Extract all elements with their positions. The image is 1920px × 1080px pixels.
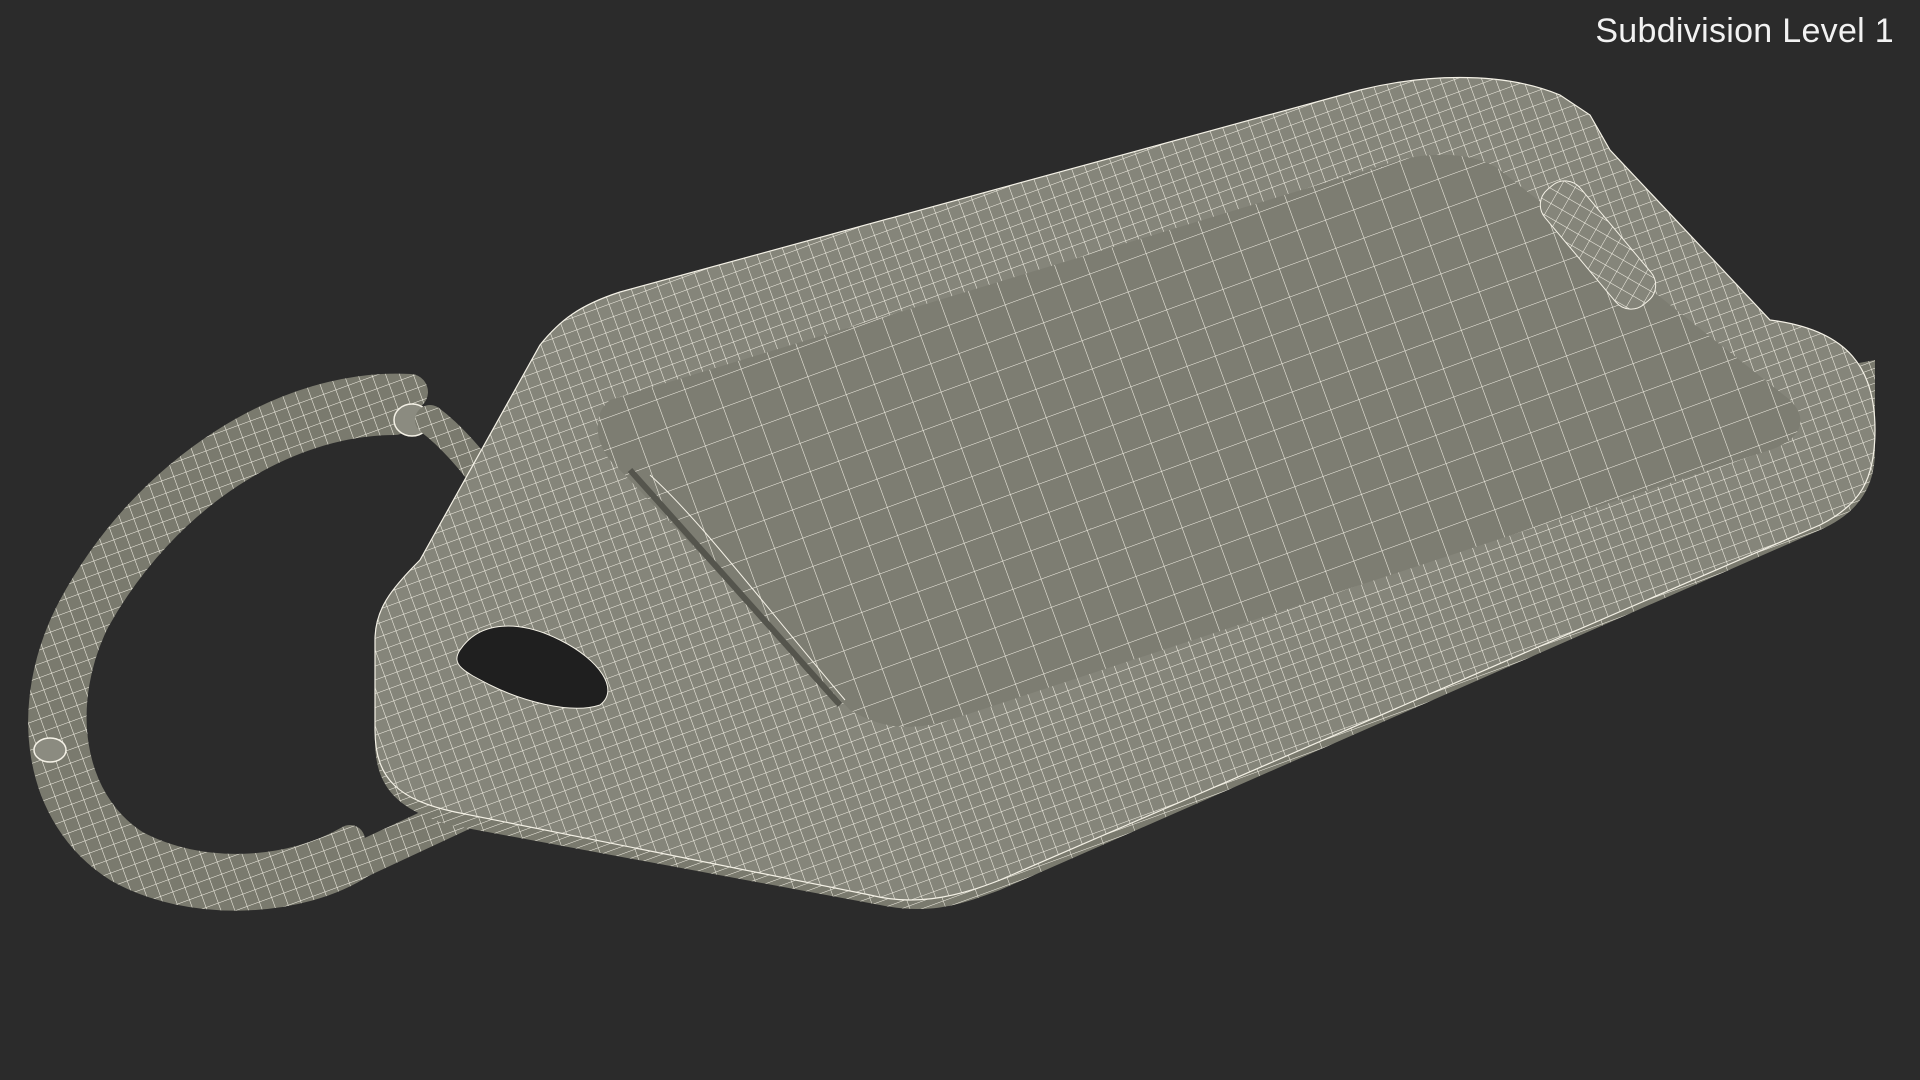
- viewport: Subdivision Level 1: [0, 0, 1920, 1080]
- wireframe-render: [28, 76, 1876, 911]
- subdivision-level-label: Subdivision Level 1: [1595, 12, 1894, 50]
- key-tag-body: [374, 76, 1876, 910]
